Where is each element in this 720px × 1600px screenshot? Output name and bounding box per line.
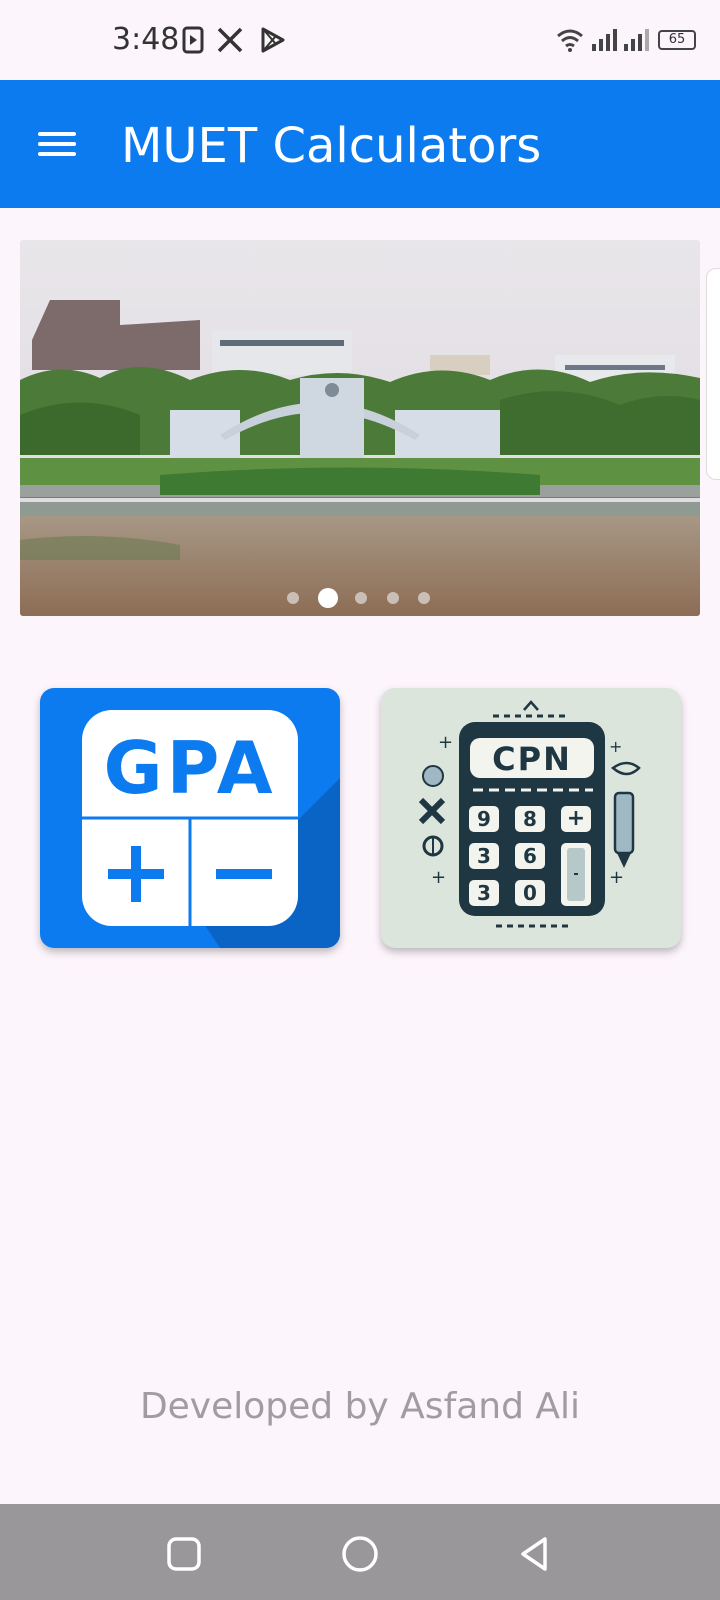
media-play-icon (182, 26, 204, 54)
x-logo-icon (217, 27, 243, 53)
carousel-dot[interactable] (418, 592, 430, 604)
wifi-icon (557, 29, 583, 52)
carousel-dot[interactable] (387, 592, 399, 604)
carousel-dot[interactable] (287, 592, 299, 604)
cpn-key: 0 (523, 881, 537, 905)
recents-button[interactable] (162, 1532, 206, 1576)
system-nav-bar (0, 1504, 720, 1600)
cpn-key: 9 (477, 807, 491, 831)
gpa-calculator-card[interactable]: GPA (40, 688, 340, 948)
carousel-dot-active[interactable] (318, 588, 338, 608)
page-title: MUET Calculators (121, 118, 542, 174)
developer-credit: Developed by Asfand Ali (139, 1386, 581, 1427)
cpn-logo-text: CPN (492, 740, 572, 778)
cpn-key: + (566, 806, 586, 831)
status-time: 3:48 (112, 22, 180, 57)
carousel-dot[interactable] (355, 592, 367, 604)
cpn-calculator-card[interactable]: + + + + CPN 9 8 + 3 6 3 0 (381, 688, 681, 948)
gpa-logo-text: GPA (103, 726, 277, 810)
cpn-key: 3 (477, 844, 491, 868)
status-bar: 3:48 65 (0, 0, 720, 80)
svg-text:+: + (431, 867, 446, 888)
signal-icon (592, 29, 617, 51)
hamburger-menu-icon[interactable] (30, 122, 82, 166)
battery-icon: 65 (658, 30, 696, 50)
svg-text:+: + (609, 867, 624, 888)
back-button[interactable] (514, 1532, 558, 1576)
cpn-key: 6 (523, 844, 537, 868)
svg-text:+: + (609, 737, 622, 756)
battery-level: 65 (668, 32, 686, 47)
svg-text:+: + (438, 732, 453, 753)
play-store-icon (261, 27, 285, 53)
home-button[interactable] (338, 1532, 382, 1576)
image-carousel[interactable] (20, 240, 700, 616)
cpn-key: 3 (477, 881, 491, 905)
signal-icon-2 (624, 29, 649, 51)
cpn-key: 8 (523, 807, 537, 831)
next-slide-peek[interactable] (706, 268, 720, 480)
app-bar: MUET Calculators (0, 80, 720, 208)
campus-gate-image (20, 240, 700, 616)
carousel-indicators (0, 586, 720, 610)
